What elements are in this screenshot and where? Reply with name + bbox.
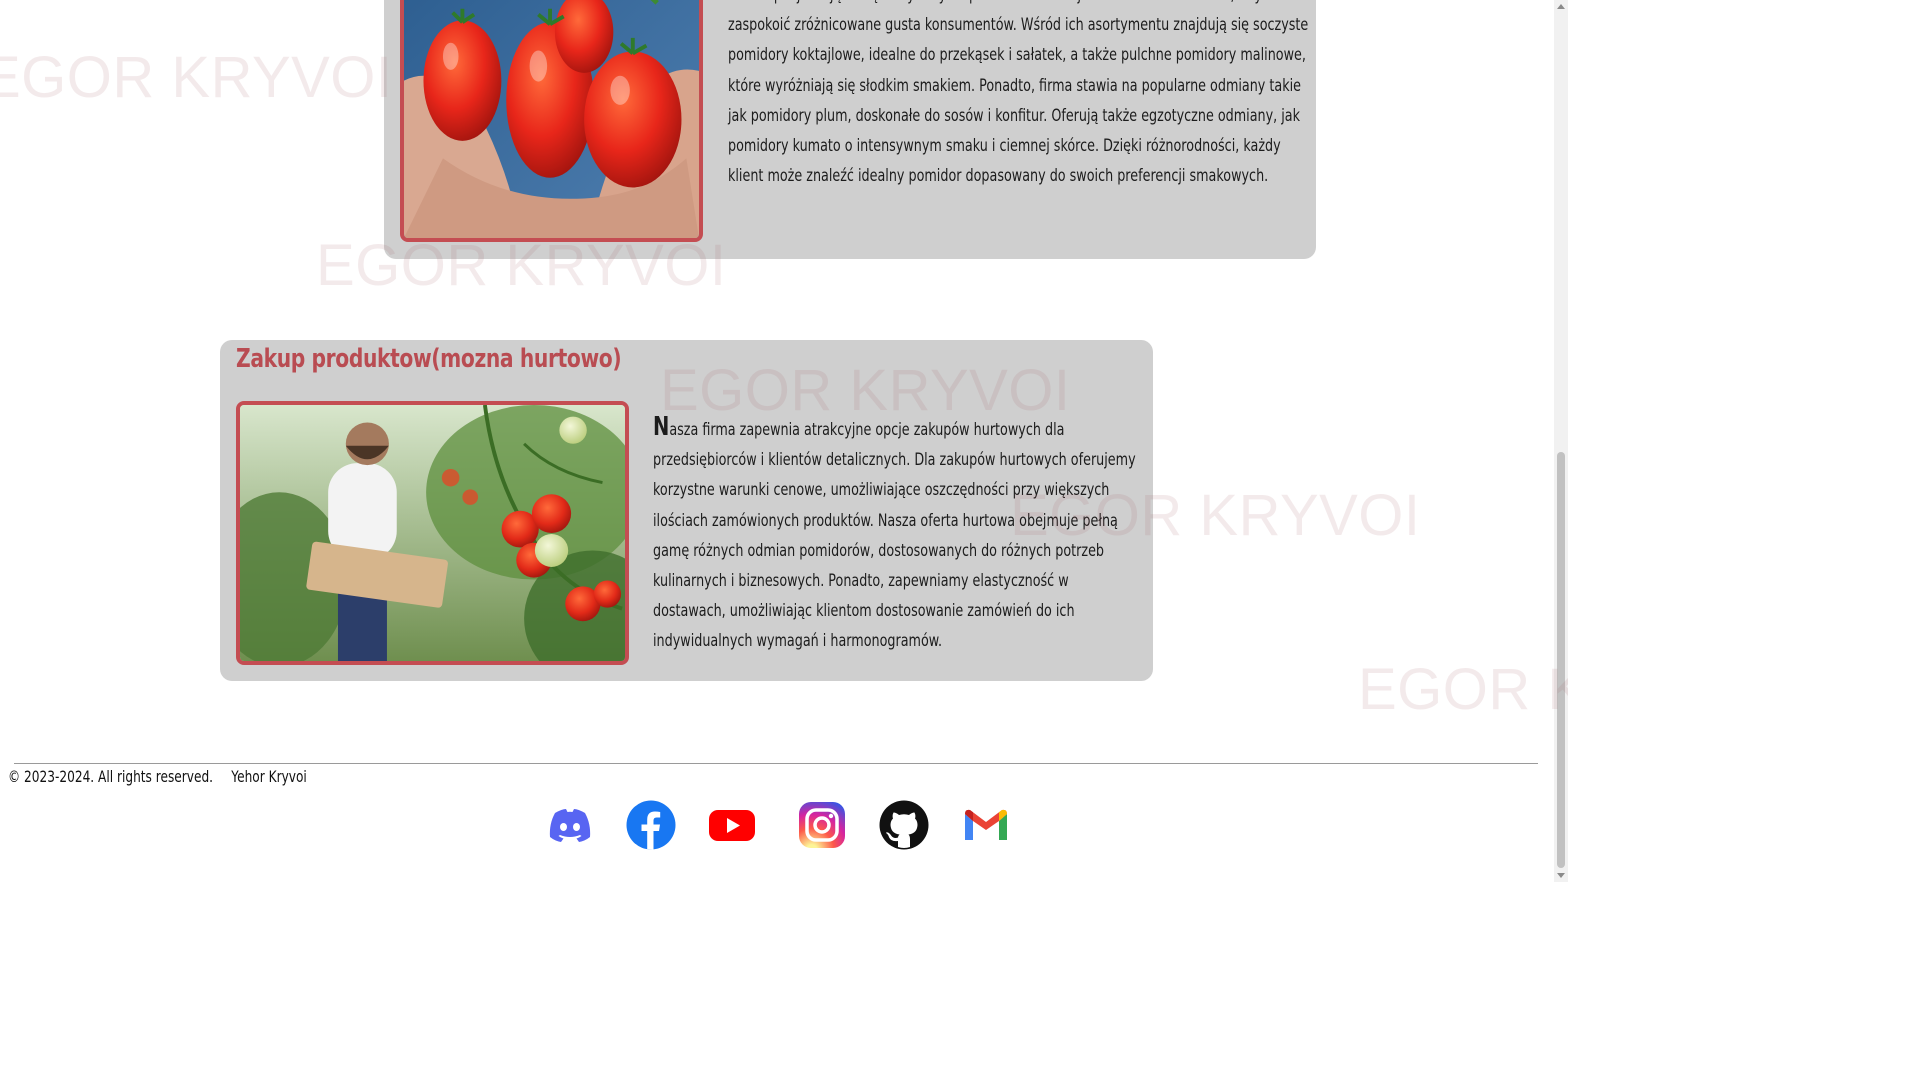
youtube-icon[interactable] [707,800,757,850]
purchase-section: Zakup produktow(mozna hurtowo) Nasza fir… [220,340,1153,681]
facebook-icon[interactable] [626,800,676,850]
github-icon[interactable] [879,800,929,850]
vertical-scrollbar[interactable] [1554,0,1568,882]
producer-section: Firma specjalizująca się w wydobyciu pom… [384,0,1316,259]
discord-icon[interactable] [545,800,595,850]
purchase-text: Nasza firma zapewnia atrakcyjne opcje za… [653,412,1136,652]
copyright-text: © 2023-2024. All rights reserved. [8,767,214,786]
footer-divider [14,763,1538,764]
author-name: Yehor Kryvoi [231,767,307,786]
footer-copyright: © 2023-2024. All rights reserved. Yehor K… [8,767,307,786]
instagram-icon[interactable] [797,800,847,850]
page: EGOR KRYVOI EGOR KRYVOI EGOR KRYVOI EGOR… [0,0,1568,882]
watermark: EGOR KRYVOI [0,45,393,110]
scroll-down-icon[interactable] [1557,873,1565,878]
tomatoes-photo [400,0,703,242]
watermark: EGOR KRYVOI [1358,657,1568,722]
scrollbar-thumb[interactable] [1557,452,1565,868]
greenhouse-photo [236,401,629,665]
producer-text: Firma specjalizująca się w wydobyciu pom… [728,0,1309,187]
scroll-up-icon[interactable] [1557,4,1565,9]
gmail-icon[interactable] [961,800,1011,850]
section-title: Zakup produktow(mozna hurtowo) [236,344,622,374]
